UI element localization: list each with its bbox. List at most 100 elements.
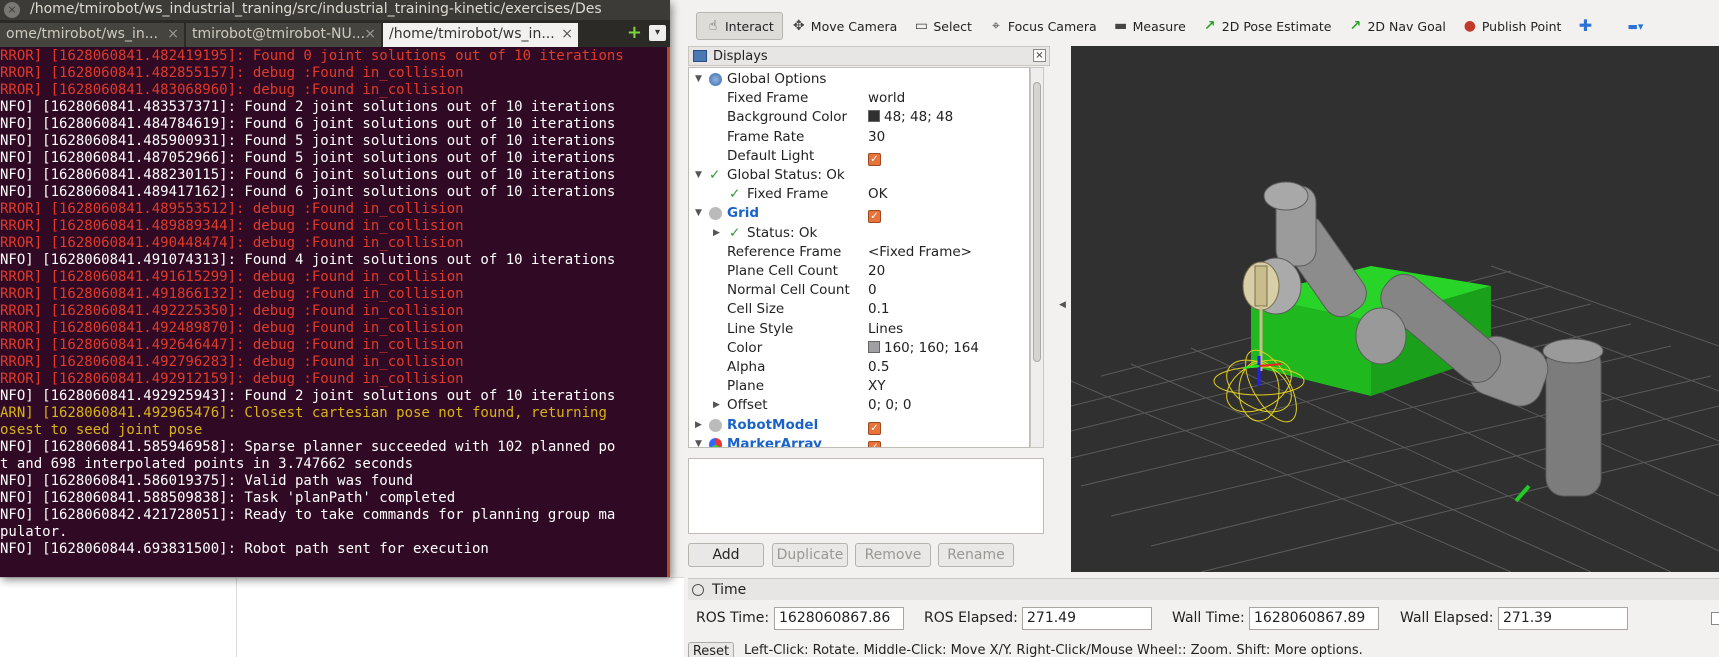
tool-2d-nav-goal[interactable]: ↗ 2D Nav Goal (1339, 12, 1453, 40)
3d-render-view[interactable] (1071, 46, 1719, 572)
display-row-value[interactable]: 0.5 (868, 358, 889, 377)
display-row-fixed-frame[interactable]: ✓ Fixed Frame OK (689, 185, 1029, 204)
display-row-label: Global Options (727, 71, 827, 87)
remove-tool-button[interactable]: ▬▾ (1619, 12, 1651, 40)
collapse-arrow-icon[interactable]: ▶ (713, 396, 720, 415)
expand-arrow-icon[interactable]: ▼ (695, 70, 702, 89)
display-row-value[interactable]: 0 (868, 281, 877, 300)
display-row-grid[interactable]: ▼ Grid ✓ (689, 204, 1029, 224)
close-tab-icon[interactable]: × (167, 23, 179, 46)
plus-icon: ✚ (1578, 16, 1593, 35)
enabled-checkbox[interactable]: ✓ (868, 440, 881, 447)
gear-icon (709, 73, 722, 86)
enabled-checkbox[interactable]: ✓ (868, 421, 881, 435)
display-row-markerarray[interactable]: ▼ MarkerArray ✓ (689, 435, 1029, 447)
display-row-color[interactable]: Color 160; 160; 164 (689, 339, 1029, 358)
wall-time-field[interactable]: 1628060867.89 (1249, 607, 1379, 630)
display-row-frame-rate[interactable]: Frame Rate 30 (689, 128, 1029, 147)
display-row-alpha[interactable]: Alpha 0.5 (689, 358, 1029, 377)
terminal-tab-2[interactable]: tmirobot@tmirobot-NU... × (186, 23, 381, 47)
tab-menu-icon[interactable]: ▾ (649, 25, 666, 41)
display-row-value[interactable]: Lines (868, 320, 903, 339)
new-tab-icon[interactable]: + (627, 24, 642, 42)
display-row-fixed-frame[interactable]: Fixed Frame world (689, 89, 1029, 108)
display-row-value[interactable]: world (868, 89, 905, 108)
display-row-label: Normal Cell Count (727, 282, 850, 299)
display-row-global-options[interactable]: ▼ Global Options (689, 70, 1029, 89)
display-row-value-text: XY (868, 378, 886, 395)
display-row-offset[interactable]: ▶ Offset 0; 0; 0 (689, 396, 1029, 415)
rviz-window: ☝ Interact ✥ Move Camera ▭ Select ⌖ Focus Camer… (684, 0, 1719, 657)
display-row-value[interactable]: OK (868, 185, 887, 204)
enabled-checkbox[interactable]: ✓ (868, 210, 881, 224)
display-row-robotmodel[interactable]: ▶ RobotModel ✓ (689, 416, 1029, 435)
background-window (0, 577, 684, 657)
close-tab-icon[interactable]: × (561, 23, 573, 46)
expand-arrow-icon[interactable]: ▼ (695, 435, 702, 447)
display-row-default-light[interactable]: Default Light ✓ (689, 147, 1029, 166)
display-row-value[interactable]: 20 (868, 262, 885, 281)
enabled-checkbox[interactable]: ✓ (868, 152, 881, 166)
displays-tree[interactable]: ▼ Global Options Fixed Frame world Backgroun… (688, 67, 1030, 448)
ros-elapsed-field[interactable]: 271.49 (1022, 607, 1152, 630)
display-row-value[interactable]: <Fixed Frame> (868, 243, 972, 262)
display-row-value: ✓ (868, 147, 881, 166)
tool-interact[interactable]: ☝ Interact (696, 12, 783, 40)
display-row-background-color[interactable]: Background Color 48; 48; 48 (689, 108, 1029, 127)
time-panel-header: Time (688, 578, 1719, 600)
duplicate-button[interactable]: Duplicate (772, 543, 848, 567)
wall-elapsed-field[interactable]: 271.39 (1498, 607, 1628, 630)
rename-button[interactable]: Rename (938, 543, 1014, 567)
display-row-value[interactable]: XY (868, 377, 886, 396)
tool-measure[interactable]: ▬ Measure (1105, 12, 1194, 40)
display-row-line-style[interactable]: Line Style Lines (689, 320, 1029, 339)
terminal-tab-3[interactable]: /home/tmirobot/ws_in... × (383, 23, 578, 47)
terminal-line: NFO] [1628060841.489417162]: Found 6 joi… (0, 184, 616, 200)
remove-button[interactable]: Remove (855, 543, 931, 567)
display-row-value[interactable]: 30 (868, 128, 885, 147)
collapse-arrow-icon[interactable]: ▶ (695, 416, 702, 435)
collapse-arrow-icon[interactable]: ▶ (713, 224, 720, 243)
display-row-normal-cell-count[interactable]: Normal Cell Count 0 (689, 281, 1029, 300)
terminal-line: RROR] [1628060841.482419195]: Found 0 jo… (0, 48, 624, 64)
collapse-arrow-icon[interactable]: ◀ (1059, 300, 1066, 310)
terminal-window[interactable]: × /home/tmirobot/ws_industrial_traning/s… (0, 0, 670, 577)
terminal-output[interactable]: RROR] [1628060841.482419195]: Found 0 jo… (0, 47, 670, 577)
add-button[interactable]: Add (688, 543, 764, 567)
expand-arrow-icon[interactable]: ▼ (695, 204, 702, 223)
tool-2d-pose-estimate[interactable]: ↗ 2D Pose Estimate (1194, 12, 1340, 40)
terminal-line: RROR] [1628060841.489553512]: debug :Fou… (0, 201, 464, 217)
ros-time-field[interactable]: 1628060867.86 (774, 607, 904, 630)
tool-select[interactable]: ▭ Select (905, 12, 980, 40)
close-icon[interactable]: × (4, 2, 20, 18)
displays-scrollbar[interactable] (1030, 67, 1044, 448)
scrollbar-thumb[interactable] (1033, 82, 1041, 362)
robot-icon (709, 418, 722, 432)
display-row-value[interactable]: 0; 0; 0 (868, 396, 911, 415)
display-row-status-ok[interactable]: ▶ ✓ Status: Ok (689, 224, 1029, 243)
close-tab-icon[interactable]: × (364, 23, 376, 46)
display-row-value[interactable]: 160; 160; 164 (868, 339, 979, 358)
display-row-value-text: 0; 0; 0 (868, 397, 912, 414)
tool-move-camera[interactable]: ✥ Move Camera (783, 12, 906, 40)
tool-publish-point[interactable]: ● Publish Point (1454, 12, 1570, 40)
display-row-value-text: 30 (868, 128, 886, 145)
reset-button[interactable]: Reset (688, 642, 734, 657)
display-row-cell-size[interactable]: Cell Size 0.1 (689, 300, 1029, 319)
terminal-tab-1[interactable]: ome/tmirobot/ws_in... × (0, 23, 184, 47)
add-tool-button[interactable]: ✚ (1569, 12, 1605, 40)
expand-arrow-icon[interactable]: ▼ (695, 166, 702, 185)
display-row-label: Reference Frame (727, 243, 842, 260)
display-row-plane-cell-count[interactable]: Plane Cell Count 20 (689, 262, 1029, 281)
experimental-checkbox[interactable] (1711, 612, 1719, 625)
display-row-value[interactable]: 0.1 (868, 300, 889, 319)
display-row-global-status-ok[interactable]: ▼ ✓ Global Status: Ok (689, 166, 1029, 185)
display-row-plane[interactable]: Plane XY (689, 377, 1029, 396)
display-row-reference-frame[interactable]: Reference Frame <Fixed Frame> (689, 243, 1029, 262)
color-swatch[interactable] (868, 110, 880, 123)
display-row-value[interactable]: 48; 48; 48 (868, 108, 953, 127)
color-swatch[interactable] (868, 340, 880, 353)
rviz-toolbar: ☝ Interact ✥ Move Camera ▭ Select ⌖ Focus Camer… (684, 8, 1719, 44)
tool-focus-camera[interactable]: ⌖ Focus Camera (980, 12, 1105, 40)
close-icon[interactable]: × (1033, 49, 1046, 62)
